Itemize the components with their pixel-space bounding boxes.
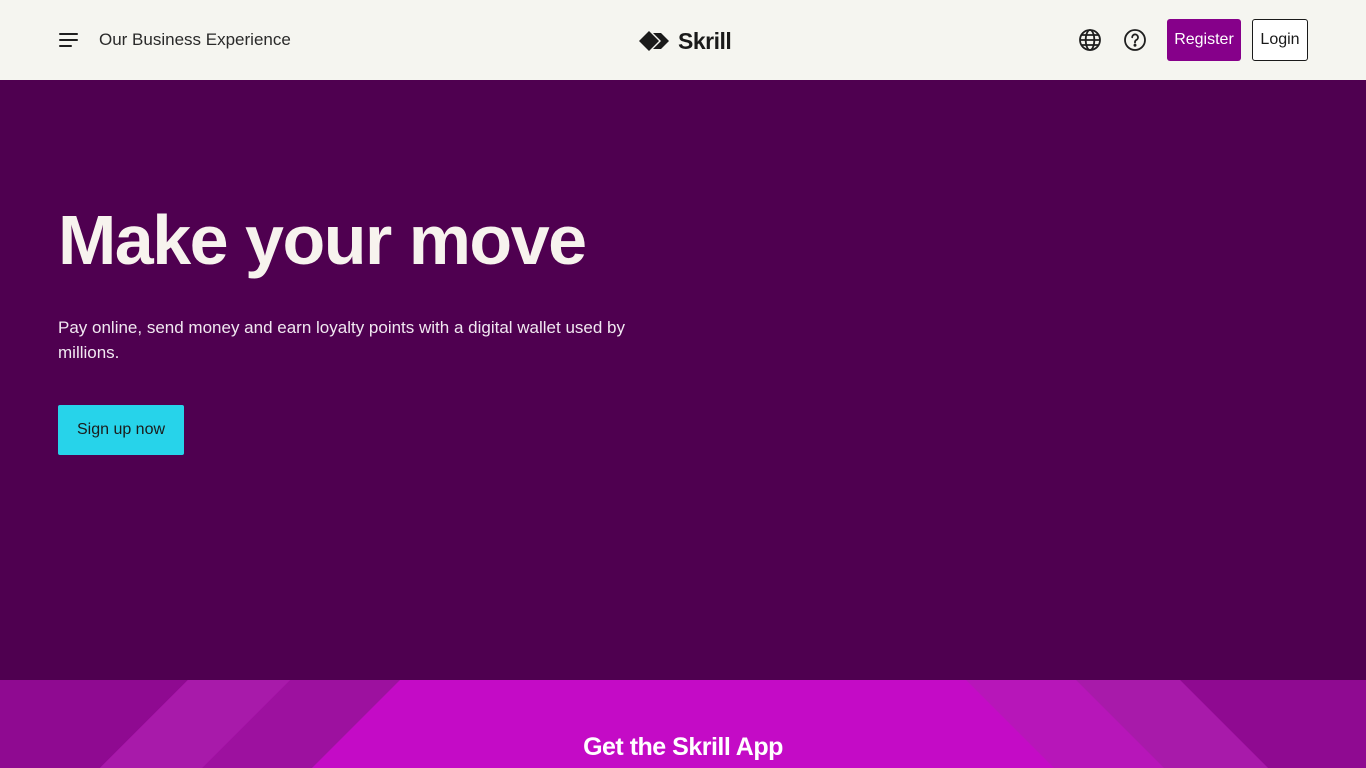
hero-title: Make your move — [58, 201, 587, 279]
app-section-title: Get the Skrill App — [583, 733, 783, 761]
register-button[interactable]: Register — [1167, 19, 1241, 61]
hero-subtitle: Pay online, send money and earn loyalty … — [58, 318, 626, 362]
question-circle-icon[interactable] — [1123, 28, 1147, 52]
skrill-logo[interactable]: Skrill — [639, 28, 732, 54]
login-button[interactable]: Login — [1252, 19, 1308, 61]
globe-icon[interactable] — [1078, 28, 1102, 52]
app-download-section: Get the Skrill App — [0, 680, 1366, 768]
business-experience-link[interactable]: Our Business Experience — [99, 30, 291, 50]
site-header: Our Business Experience Skrill Register … — [0, 0, 1366, 80]
hamburger-menu-icon[interactable] — [56, 28, 80, 52]
skrill-diamond-logo-icon — [639, 31, 669, 51]
sign-up-button[interactable]: Sign up now — [58, 405, 184, 455]
hero-section: Make your move Pay online, send money an… — [0, 80, 1366, 680]
logo-text: Skrill — [678, 28, 732, 54]
